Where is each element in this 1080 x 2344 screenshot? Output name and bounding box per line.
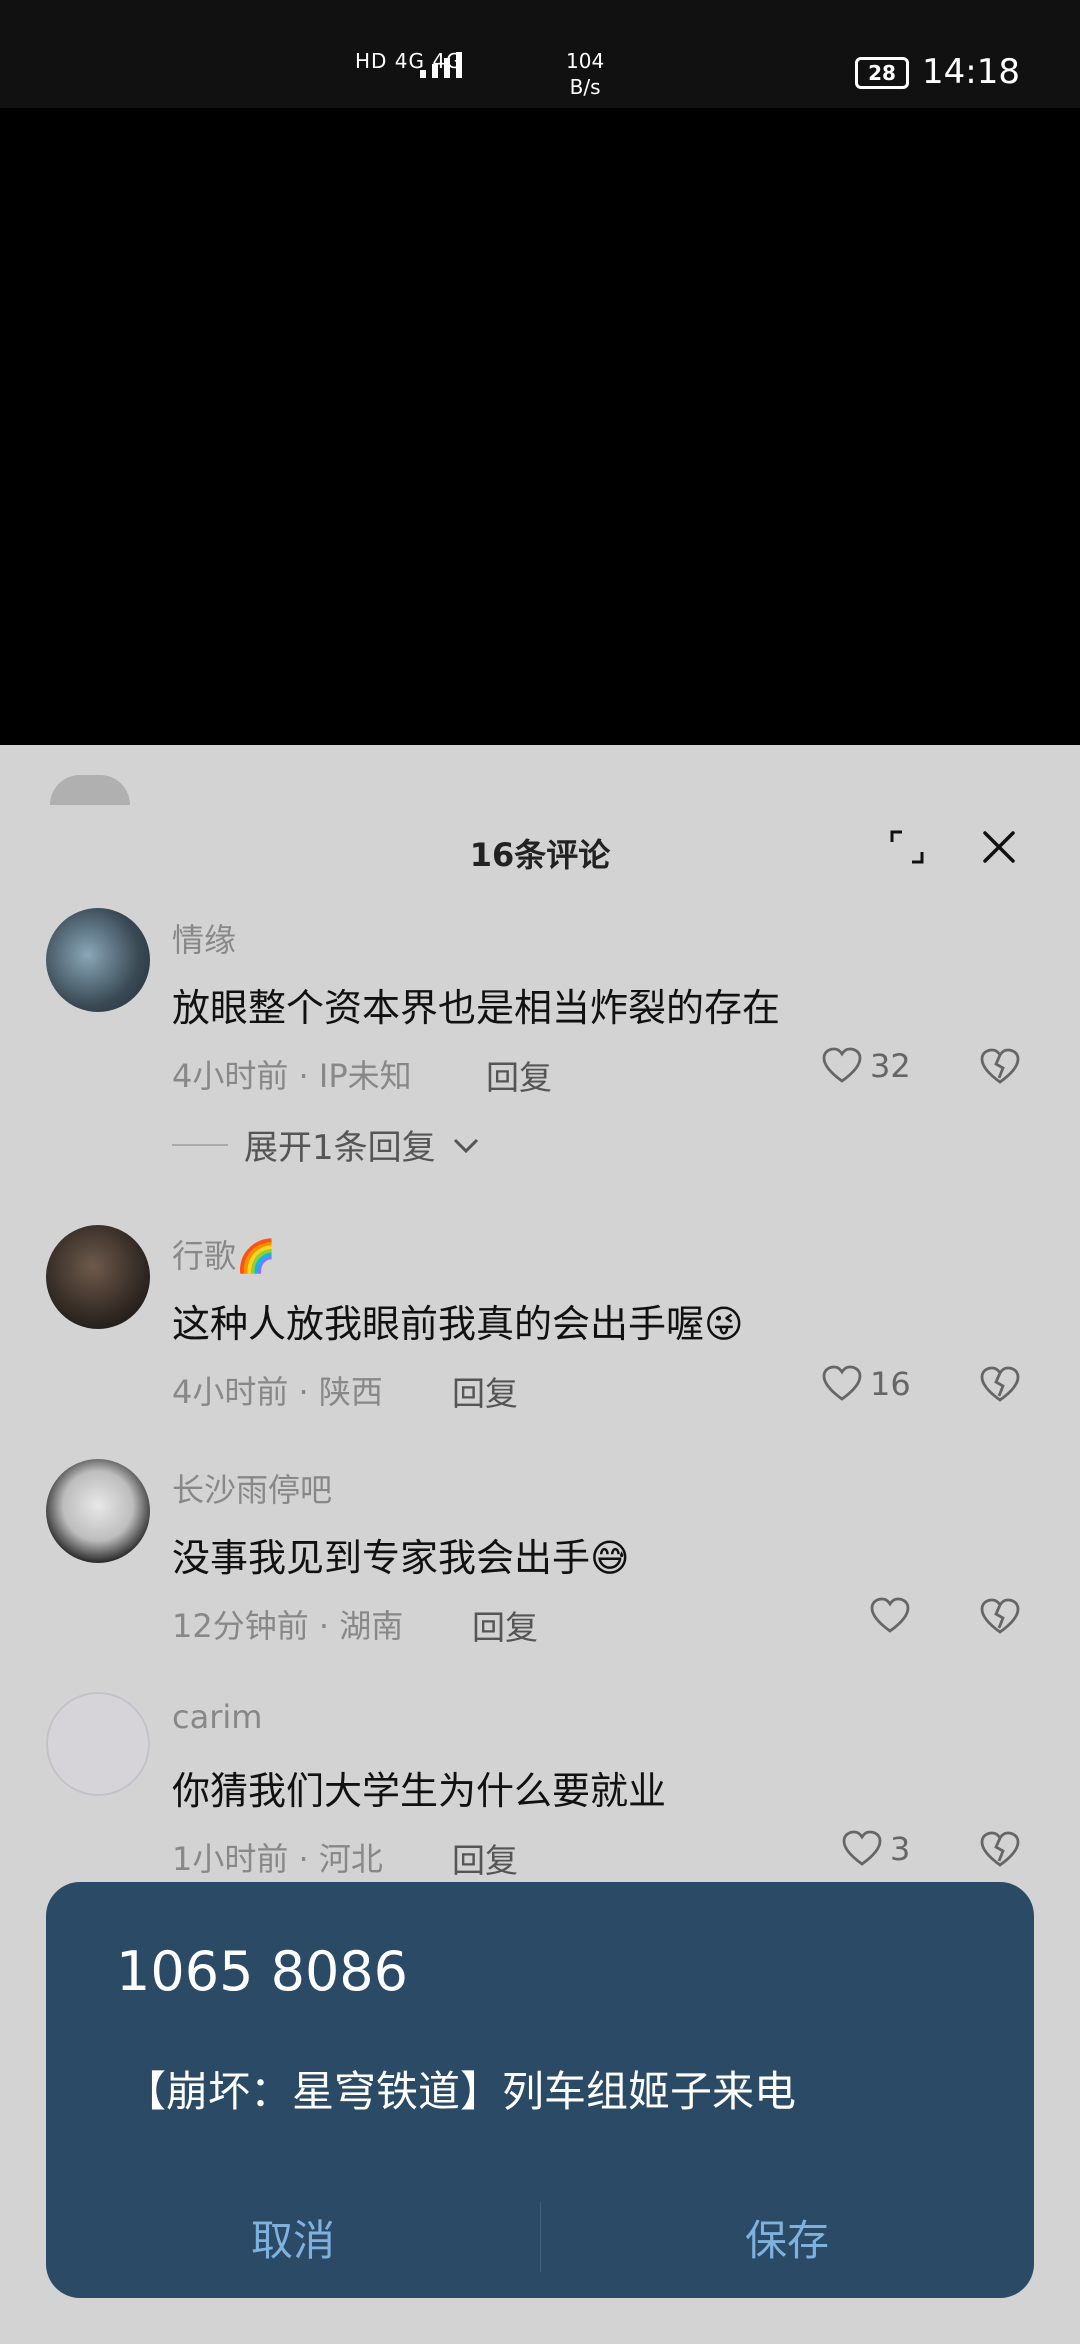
comment-text: 放眼整个资本界也是相当炸裂的存在 [172, 986, 781, 1030]
network-speed: 104 B/s [566, 48, 604, 100]
speed-value: 104 [566, 49, 605, 73]
expand-replies-label: 展开1条回复 [244, 1128, 436, 1168]
cancel-button[interactable]: 取消 [46, 2207, 540, 2267]
dislike-icon[interactable] [980, 1597, 1020, 1637]
dislike-icon[interactable] [980, 1365, 1020, 1405]
avatar[interactable] [46, 908, 150, 1012]
comment-meta: 1小时前 · 河北 [172, 1840, 383, 1878]
status-bar: HD 4G 4G 104 B/s 28 14:18 [0, 0, 1080, 108]
video-player[interactable] [0, 108, 1080, 746]
signal-icon [420, 52, 462, 78]
heart-icon [822, 1047, 862, 1083]
sms-body: 【崩坏：星穹铁道】列车组姬子来电 [124, 2067, 797, 2116]
chevron-down-icon [453, 1138, 478, 1153]
avatar[interactable] [46, 1459, 150, 1563]
avatar[interactable] [46, 1225, 150, 1329]
clock: 14:18 [922, 52, 1020, 92]
comment-text: 这种人放我眼前我真的会出手喔😜 [172, 1302, 744, 1346]
heart-icon [822, 1365, 862, 1401]
close-icon[interactable] [980, 828, 1018, 866]
like-button[interactable]: 16 [822, 1365, 911, 1403]
like-button[interactable] [870, 1597, 918, 1635]
divider-line [172, 1143, 228, 1146]
like-count: 32 [870, 1047, 911, 1085]
dislike-icon[interactable] [980, 1047, 1020, 1087]
comment-username[interactable]: 情缘 [172, 915, 236, 961]
save-button[interactable]: 保存 [540, 2207, 1034, 2267]
speed-unit: B/s [569, 75, 601, 99]
like-button[interactable]: 32 [822, 1047, 911, 1085]
reply-button[interactable]: 回复 [486, 1051, 552, 1099]
comment-text: 没事我见到专家我会出手😅 [172, 1536, 630, 1580]
battery-indicator: 28 [855, 57, 909, 89]
like-button[interactable]: 3 [842, 1830, 910, 1868]
heart-icon [842, 1830, 882, 1866]
like-count: 16 [870, 1365, 911, 1403]
reply-button[interactable]: 回复 [452, 1367, 518, 1415]
comment-meta: 4小时前 · IP未知 [172, 1057, 412, 1095]
comment-username[interactable]: 长沙雨停吧 [172, 1465, 332, 1511]
sms-dialog: 1065 8086 【崩坏：星穹铁道】列车组姬子来电 取消 保存 [46, 1882, 1034, 2298]
heart-icon [870, 1597, 910, 1633]
comment-text: 你猜我们大学生为什么要就业 [172, 1769, 667, 1813]
reply-button[interactable]: 回复 [452, 1834, 518, 1882]
reply-button[interactable]: 回复 [472, 1601, 538, 1649]
dislike-icon[interactable] [980, 1830, 1020, 1870]
expand-icon[interactable] [888, 828, 926, 866]
comment-meta: 4小时前 · 陕西 [172, 1373, 383, 1411]
like-count: 3 [890, 1830, 911, 1868]
sms-sender: 1065 8086 [116, 1940, 409, 2003]
comment-meta: 12分钟前 · 湖南 [172, 1607, 404, 1645]
avatar[interactable] [46, 1692, 150, 1796]
comment-username[interactable]: carim [172, 1698, 262, 1736]
peek-avatar [50, 775, 130, 805]
expand-replies-button[interactable]: 展开1条回复 [172, 1120, 480, 1169]
comment-username[interactable]: 行歌🌈 [172, 1231, 276, 1277]
